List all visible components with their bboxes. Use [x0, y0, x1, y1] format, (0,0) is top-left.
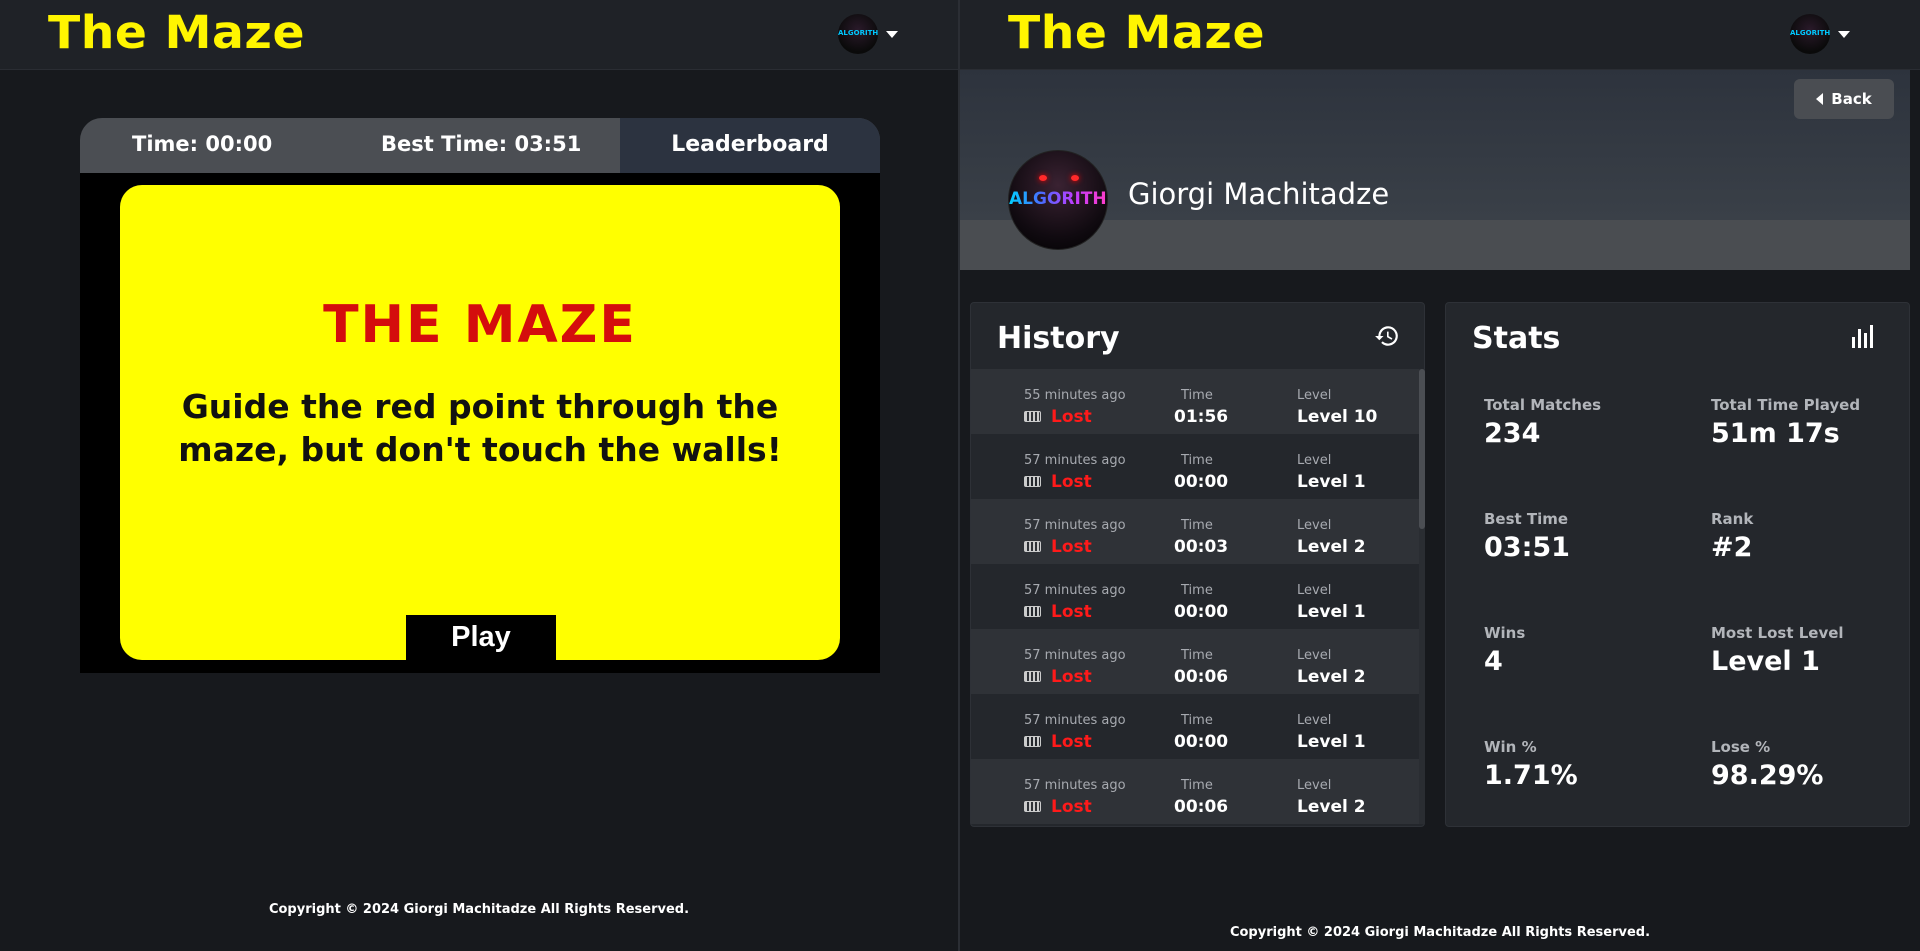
history-row: 57 minutes ago Lost Time 00:06 Level Lev…	[971, 629, 1419, 694]
chevron-down-icon[interactable]	[886, 31, 898, 38]
stat-win-percent: Win % 1.71%	[1484, 738, 1578, 791]
caret-left-icon	[1816, 93, 1824, 105]
keyboard-icon	[1024, 736, 1041, 747]
history-row: 57 minutes ago Lost Time 00:03 Level Lev…	[971, 499, 1419, 564]
history-card: History 55 minutes ago Lost Time 01:56 L…	[970, 302, 1425, 827]
game-hud: Time: 00:00 Best Time: 03:51 Leaderboard	[80, 118, 880, 173]
tab-leaderboard[interactable]: Leaderboard	[620, 118, 880, 173]
intro-title: THE MAZE	[323, 295, 637, 355]
footer-copyright: Copyright © 2024 Giorgi Machitadze All R…	[268, 902, 690, 917]
stat-lose-percent: Lose % 98.29%	[1711, 738, 1824, 791]
history-scrollbar[interactable]	[1419, 369, 1425, 824]
history-row: 57 minutes ago Lost Time 00:06 Level Lev…	[971, 759, 1419, 824]
game-page: The Maze ALGORITHM Time: 00:00 Best Time…	[0, 0, 958, 951]
history-row: 57 minutes ago Lost Time 00:00 Level Lev…	[1024, 713, 1366, 752]
history-row: 57 minutes ago Lost Time 00:00 Level Lev…	[1024, 453, 1366, 492]
stat-total-time-played: Total Time Played 51m 17s	[1711, 396, 1861, 449]
bar-chart-icon	[1852, 325, 1873, 348]
top-navbar: The Maze ALGORITHM	[0, 0, 958, 70]
user-avatar[interactable]: ALGORITHM	[1790, 14, 1830, 54]
back-button[interactable]: Back	[1794, 79, 1894, 119]
top-navbar: The Maze ALGORITHM	[960, 0, 1920, 70]
stat-best-time: Best Time 03:51	[1484, 510, 1570, 563]
best-time: Best Time: 03:51	[381, 132, 582, 156]
keyboard-icon	[1024, 476, 1041, 487]
keyboard-icon	[1024, 671, 1041, 682]
keyboard-icon	[1024, 541, 1041, 552]
user-avatar[interactable]: ALGORITHM	[838, 14, 878, 54]
footer-copyright: Copyright © 2024 Giorgi Machitadze All R…	[1229, 925, 1651, 940]
profile-page: The Maze ALGORITHM Back ALGORITHM Giorgi…	[960, 0, 1920, 951]
brand-logo[interactable]: The Maze	[1008, 6, 1265, 59]
stats-title: Stats	[1472, 321, 1561, 356]
scrollbar-thumb[interactable]	[1419, 369, 1425, 529]
stat-wins: Wins 4	[1484, 624, 1526, 677]
stat-total-matches: Total Matches 234	[1484, 396, 1602, 449]
profile-strip	[960, 220, 1910, 270]
profile-avatar: ALGORITHM	[1008, 150, 1108, 250]
intro-card: THE MAZE Guide the red point through the…	[120, 185, 840, 660]
tab-leaderboard-label: Leaderboard	[671, 132, 829, 157]
keyboard-icon	[1024, 606, 1041, 617]
brand-logo[interactable]: The Maze	[48, 6, 305, 59]
intro-description: Guide the red point through the maze, bu…	[178, 387, 782, 469]
history-row: 57 minutes ago Lost Time 00:00 Level Lev…	[1024, 583, 1366, 622]
current-time: Time: 00:00	[132, 132, 273, 156]
history-icon	[1375, 326, 1398, 346]
keyboard-icon	[1024, 801, 1041, 812]
history-title: History	[997, 321, 1120, 356]
stat-rank: Rank #2	[1711, 510, 1754, 563]
chevron-down-icon[interactable]	[1838, 31, 1850, 38]
keyboard-icon	[1024, 411, 1041, 422]
history-list[interactable]: 55 minutes ago Lost Time 01:56 Level Lev…	[971, 369, 1421, 824]
stat-most-lost-level: Most Lost Level Level 1	[1711, 624, 1844, 677]
game-board: THE MAZE Guide the red point through the…	[80, 173, 880, 673]
stats-card: Stats Total Matches 234 Total Time Played…	[1445, 302, 1910, 827]
history-row: 55 minutes ago Lost Time 01:56 Level Lev…	[971, 369, 1419, 434]
play-button[interactable]: Play	[406, 615, 556, 660]
profile-name: Giorgi Machitadze	[1128, 177, 1390, 211]
